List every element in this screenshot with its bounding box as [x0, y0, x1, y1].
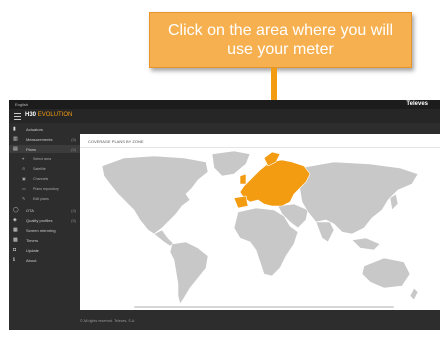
map-region-europe[interactable] — [239, 159, 311, 207]
sidebar-item-label: Actuators — [26, 127, 43, 132]
sidebar-item-timers[interactable]: ▩ Timers — [9, 236, 80, 244]
sidebar-item-label: Plans repository — [33, 187, 59, 191]
quality-icon: ◈ — [13, 217, 17, 223]
footer-copyright: © All rights reserved. Televes, S.A. — [80, 319, 136, 323]
sidebar-item-actuators[interactable]: ▮ Actuators — [9, 125, 80, 133]
logo-suffix: EVOLUTION — [37, 112, 73, 118]
sidebar-item-update[interactable]: ◘ Update — [9, 246, 80, 254]
edit-icon: ✎ — [22, 196, 26, 201]
sidebar-item-label: Edit plans — [33, 197, 49, 201]
language-selector[interactable]: English — [15, 102, 28, 107]
sidebar-item-quality-profiles[interactable]: ◈ Quality profiles (5) — [9, 216, 80, 224]
map-region-iberia[interactable] — [233, 195, 249, 209]
sidebar-item-screen-mirroring[interactable]: ▦ Screen mirroring — [9, 226, 80, 234]
timer-icon: ▩ — [13, 237, 18, 243]
sidebar-item-satellite[interactable]: ⊙ Satellite — [9, 165, 80, 173]
map-region-uk[interactable] — [239, 173, 247, 185]
map-region-central-america[interactable] — [153, 229, 175, 247]
plans-icon: ▤ — [13, 146, 18, 152]
sidebar-item-label: About — [26, 258, 37, 263]
sidebar-item-label: Timers — [26, 238, 39, 243]
sidebar-item-measurements[interactable]: ▥ Measurements (5) — [9, 135, 80, 143]
sidebar-item-label: Update — [26, 248, 39, 253]
world-map — [101, 150, 419, 308]
sidebar-item-plans[interactable]: ▤ Plans (5) — [9, 145, 80, 153]
folder-icon: ▭ — [22, 186, 26, 191]
meter-app-window: English Televes H30 EVOLUTION ▮ Actuator… — [9, 100, 440, 330]
chart-icon: ▥ — [13, 136, 18, 142]
sidebar-item-channels[interactable]: ▣ Channels — [9, 175, 80, 183]
main-panel: COVERAGE PLANS BY ZONE — [80, 134, 440, 310]
instruction-text: Click on the area where you will use you… — [168, 22, 393, 58]
map-region-asia[interactable] — [297, 161, 419, 235]
sidebar-item-count: (5) — [71, 218, 76, 223]
logo-prefix: H30 — [25, 112, 37, 118]
camera-icon: ◘ — [13, 247, 17, 253]
meter-icon: ▮ — [13, 126, 16, 132]
sidebar-item-ota[interactable]: ◯ OTA (4) — [9, 206, 80, 214]
satellite-icon: ⊙ — [22, 166, 26, 171]
info-icon: ℹ — [13, 257, 15, 263]
sidebar-item-label: Screen mirroring — [26, 228, 56, 233]
sidebar-item-count: (5) — [71, 137, 76, 142]
sidebar-item-label: Select area — [33, 157, 52, 161]
sidebar-item-about[interactable]: ℹ About — [9, 256, 80, 264]
sidebar-item-label: Satellite — [33, 167, 46, 171]
map-region-antarctica — [133, 305, 395, 308]
map-region-southeast-asia[interactable] — [351, 237, 381, 251]
sidebar: ▮ Actuators ▥ Measurements (5) ▤ Plans (… — [9, 125, 80, 330]
sidebar-item-edit-plans[interactable]: ✎ Edit plans — [9, 195, 80, 203]
sidebar-item-label: OTA — [26, 208, 34, 213]
top-bar: English Televes — [9, 100, 440, 109]
sidebar-item-count: (4) — [71, 208, 76, 213]
instruction-callout: Click on the area where you will use you… — [149, 12, 412, 68]
page-title: COVERAGE PLANS BY ZONE — [88, 139, 144, 144]
map-region-new-zealand[interactable] — [409, 287, 419, 301]
sidebar-item-label: Plans — [26, 147, 37, 152]
sidebar-item-label: Quality profiles — [26, 218, 53, 223]
product-logo: H30 EVOLUTION — [25, 112, 72, 118]
sidebar-item-count: (5) — [71, 147, 76, 152]
sidebar-item-plans-repository[interactable]: ▭ Plans repository — [9, 185, 80, 193]
chat-icon: ◯ — [13, 207, 19, 213]
tv-icon: ▣ — [22, 176, 26, 181]
map-region-north-america[interactable] — [101, 155, 209, 235]
hamburger-menu-icon[interactable] — [14, 113, 21, 120]
map-region-south-america[interactable] — [169, 241, 209, 305]
sidebar-item-select-area[interactable]: ⌖ Select area — [9, 155, 80, 163]
map-pin-icon: ⌖ — [22, 156, 25, 161]
sidebar-item-label: Measurements — [26, 137, 53, 142]
screen-icon: ▦ — [13, 227, 18, 233]
brand-logo: Televes — [406, 101, 428, 107]
sidebar-item-label: Channels — [33, 177, 49, 181]
map-region-australia[interactable] — [361, 257, 411, 289]
map-region-india[interactable] — [315, 221, 335, 243]
map-region-greenland[interactable] — [211, 150, 251, 177]
app-header: H30 EVOLUTION — [9, 109, 440, 123]
